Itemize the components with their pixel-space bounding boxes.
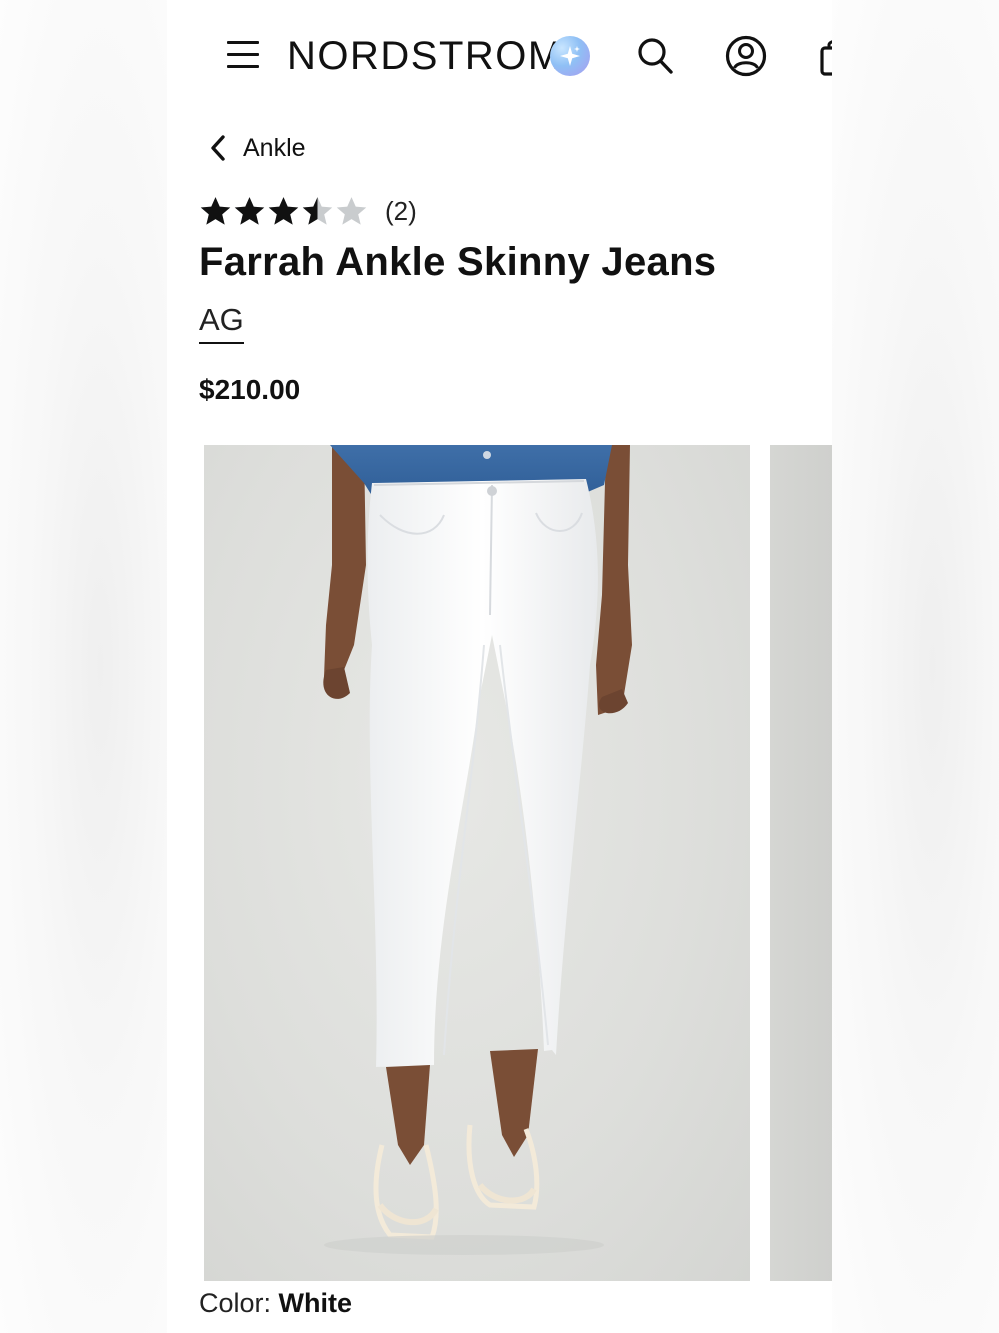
product-photo-illustration — [323, 445, 632, 1255]
menu-icon — [227, 41, 259, 44]
rating-stars — [199, 195, 369, 227]
star-icon — [234, 197, 265, 225]
product-rating[interactable]: (2) — [199, 192, 417, 230]
search-button[interactable] — [635, 36, 675, 76]
right-backdrop — [832, 0, 999, 1333]
color-label: Color: — [199, 1288, 272, 1318]
product-page: NORDSTROM Ankle (2) Farrah Ankle Skinny … — [167, 0, 832, 1333]
brand-logo[interactable]: NORDSTROM — [287, 32, 563, 80]
product-image-gallery[interactable] — [204, 445, 832, 1281]
breadcrumb-label: Ankle — [243, 133, 306, 162]
sparkle-icon[interactable] — [550, 36, 590, 76]
product-photo-main[interactable] — [204, 445, 750, 1281]
left-backdrop — [0, 0, 167, 1333]
site-header: NORDSTROM — [167, 0, 832, 110]
menu-button[interactable] — [225, 38, 261, 72]
search-icon — [638, 38, 673, 74]
color-selection-label: Color: White — [199, 1288, 352, 1319]
star-icon — [302, 197, 333, 225]
star-icon — [268, 197, 299, 225]
product-title: Farrah Ankle Skinny Jeans — [199, 240, 717, 284]
account-button[interactable] — [724, 34, 768, 78]
product-photo-next-preview[interactable] — [770, 445, 832, 1281]
color-value: White — [278, 1288, 353, 1318]
breadcrumb-back-link[interactable]: Ankle — [207, 130, 306, 166]
shopping-bag-button[interactable] — [819, 38, 832, 78]
shopping-bag-icon — [820, 40, 832, 76]
brand-link[interactable]: AG — [199, 302, 244, 344]
chevron-left-icon — [211, 135, 225, 161]
product-price: $210.00 — [199, 374, 301, 405]
star-icon — [200, 197, 231, 225]
star-icon — [336, 197, 367, 225]
review-count[interactable]: (2) — [385, 196, 417, 227]
account-icon — [725, 35, 767, 77]
